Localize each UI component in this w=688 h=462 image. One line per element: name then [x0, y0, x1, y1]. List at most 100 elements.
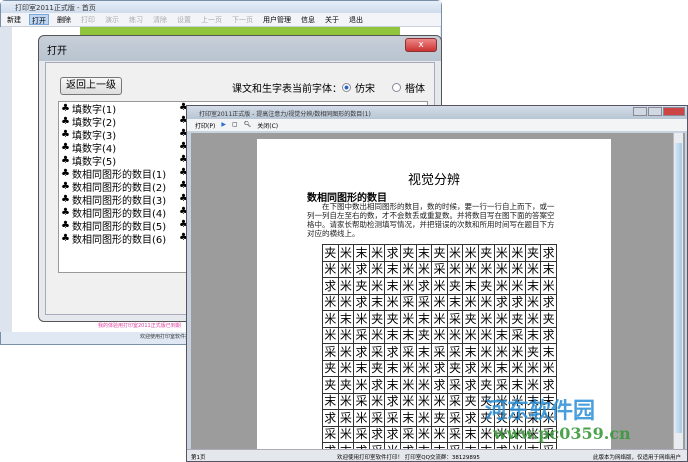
grid-cell: 采 — [446, 376, 464, 394]
grid-cell: 末 — [493, 359, 511, 377]
grid-cell: 米 — [322, 260, 339, 278]
toolbar-button[interactable]: 打开 — [29, 14, 49, 25]
toolbar-button[interactable]: 关于 — [323, 14, 341, 25]
grid-cell: 夹 — [337, 376, 355, 394]
grid-cell: 求 — [322, 277, 339, 295]
grid-cell: 米 — [493, 260, 511, 278]
minimize-button[interactable] — [633, 107, 647, 116]
grid-cell: 采 — [353, 326, 370, 344]
grid-cell: 夹 — [524, 244, 542, 262]
grid-cell: 末 — [524, 326, 542, 344]
back-button[interactable]: 返回上一级 — [60, 77, 122, 95]
watermark-name: 河东软件园 — [485, 399, 596, 424]
grid-cell: 末 — [322, 392, 339, 410]
toolbar-button[interactable]: 练习 — [127, 14, 145, 25]
grid-cell: 采 — [415, 293, 433, 311]
grid-cell: 米 — [524, 359, 542, 377]
grid-cell: 末 — [462, 277, 479, 295]
grid-cell: 采 — [399, 293, 417, 311]
grid-cell: 末 — [415, 310, 433, 328]
grid-cell: 米 — [368, 326, 386, 344]
grid-cell: 米 — [399, 359, 417, 377]
toolbar-button[interactable]: 删除 — [55, 14, 73, 25]
grid-cell: 夹 — [462, 310, 479, 328]
grid-cell: 求 — [509, 293, 526, 311]
grid-cell: 米 — [337, 277, 355, 295]
maximize-button[interactable] — [648, 107, 662, 116]
toolbar-button[interactable]: 设置 — [175, 14, 193, 25]
document-view: 视觉分辨 数相同图形的数目 在下图中数出相同图形的数目，数的时候，要一行一行自上… — [191, 133, 685, 460]
play-icon[interactable]: ▶ — [221, 121, 226, 129]
main-toolbar: 新建 打开 删除 打印 演示 练习 清除 设置 上一页 下一页 用户管理 信息 关于 退出 — [1, 13, 441, 27]
viewer-status-bar: 第1页 欢迎使用打印室软件打印！ 打印室QQ交流群：38129895 此版本为网… — [187, 449, 687, 461]
radio-fangsong[interactable]: 仿宋 — [342, 80, 375, 95]
grid-cell: 夹 — [462, 392, 479, 410]
grid-cell: 米 — [446, 326, 464, 344]
grid-cell: 米 — [493, 244, 511, 262]
grid-cell: 米 — [353, 376, 370, 394]
print-button[interactable]: 打印(P) — [195, 121, 215, 130]
grid-cell: 米 — [477, 310, 495, 328]
grid-cell: 米 — [399, 376, 417, 394]
grid-cell: 末 — [462, 343, 479, 361]
toolbar-button[interactable]: 用户管理 — [261, 14, 293, 25]
grid-cell: 米 — [477, 326, 495, 344]
toolbar-button[interactable]: 新建 — [5, 14, 23, 25]
grid-cell: 末 — [384, 260, 401, 278]
grid-cell: 末 — [540, 260, 557, 278]
vertical-scrollbar[interactable] — [673, 133, 683, 451]
folder-icon: ♣ — [61, 207, 70, 218]
toolbar-button[interactable]: 清除 — [151, 14, 169, 25]
watermark-url: www.pc0359.cn — [493, 424, 631, 443]
grid-cell: 米 — [509, 343, 526, 361]
grid-cell: 米 — [431, 425, 448, 443]
grid-cell: 末 — [509, 376, 526, 394]
grid-cell: 夹 — [509, 310, 526, 328]
toolbar-button[interactable]: 打印 — [79, 14, 97, 25]
grid-cell: 米 — [337, 293, 355, 311]
close-viewer-button[interactable]: 关闭(C) — [257, 121, 278, 130]
folder-icon: ♣ — [61, 129, 70, 140]
grid-cell: 夹 — [415, 326, 433, 344]
close-button[interactable]: x — [405, 38, 437, 52]
folder-icon: ♣ — [61, 194, 70, 205]
page-icon[interactable]: ▢ — [232, 121, 238, 129]
grid-cell: 末 — [415, 343, 433, 361]
grid-cell: 米 — [415, 376, 433, 394]
grid-cell: 米 — [368, 277, 386, 295]
grid-row: 夹夹米求末米米求采求夹采末米求 — [322, 376, 557, 394]
dialog-title: 打开 — [47, 46, 67, 57]
zoom-icon[interactable]: 🔍︎ — [244, 121, 252, 129]
doc-instructions: 在下图中数出相同图形的数目，数的时候，要一行一行自上而下，或一列一列自左至右的数… — [307, 202, 555, 238]
close-button[interactable] — [663, 107, 685, 116]
grid-cell: 求 — [493, 293, 511, 311]
grid-cell: 采 — [446, 425, 464, 443]
grid-cell: 米 — [493, 310, 511, 328]
radio-kaiti[interactable]: 楷体 — [392, 80, 425, 95]
grid-cell: 米 — [431, 277, 448, 295]
grid-cell: 米 — [353, 310, 370, 328]
folder-icon: ♣ — [61, 220, 70, 231]
toolbar-button[interactable]: 上一页 — [199, 14, 224, 25]
grid-cell: 米 — [337, 343, 355, 361]
grid-cell: 采 — [446, 409, 464, 427]
grid-cell: 采 — [368, 343, 386, 361]
grid-cell: 米 — [477, 359, 495, 377]
grid-cell: 米 — [399, 260, 417, 278]
grid-cell: 米 — [415, 359, 433, 377]
grid-cell: 夹 — [431, 409, 448, 427]
grid-cell: 米 — [509, 277, 526, 295]
toolbar-button[interactable]: 演示 — [103, 14, 121, 25]
grid-cell: 求 — [540, 293, 557, 311]
grid-cell: 米 — [337, 392, 355, 410]
grid-cell: 米 — [399, 392, 417, 410]
toolbar-button[interactable]: 信息 — [299, 14, 317, 25]
doc-title: 视觉分辨 — [407, 173, 460, 188]
toolbar-button[interactable]: 下一页 — [230, 14, 255, 25]
grid-cell: 米 — [462, 244, 479, 262]
grid-cell: 米 — [415, 260, 433, 278]
toolbar-button[interactable]: 退出 — [347, 14, 365, 25]
grid-cell: 米 — [462, 260, 479, 278]
grid-cell: 米 — [540, 277, 557, 295]
grid-cell: 求 — [431, 359, 448, 377]
